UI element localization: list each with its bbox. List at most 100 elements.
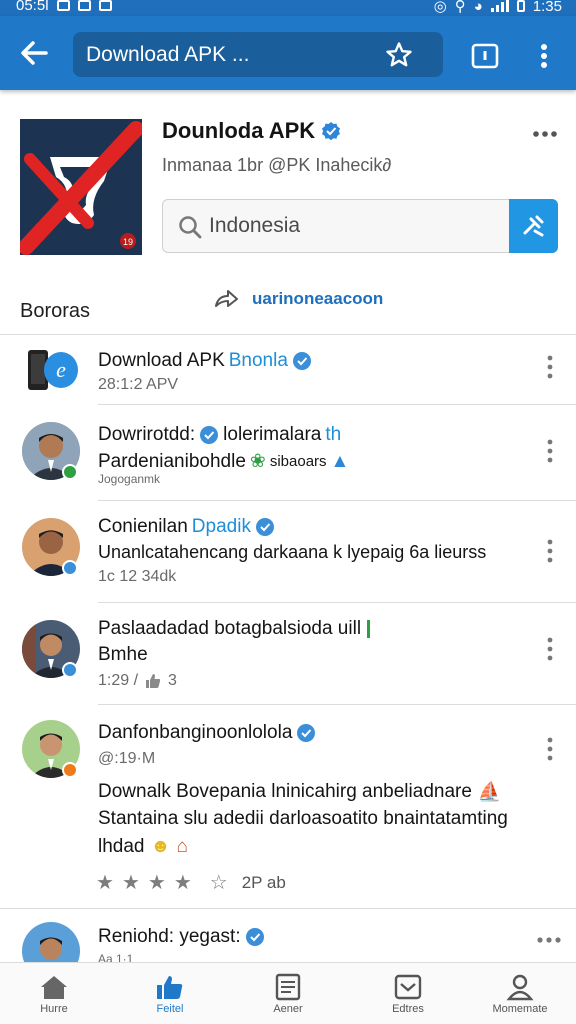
kebab-menu-icon[interactable] bbox=[542, 538, 558, 564]
verified-badge bbox=[62, 662, 78, 678]
rating-text: 2P ab bbox=[241, 872, 286, 892]
horizontal-dots-icon[interactable] bbox=[536, 934, 562, 946]
overflow-menu-button[interactable] bbox=[532, 40, 556, 72]
item-title-text: Reniohd: yegast: bbox=[98, 926, 241, 947]
kebab-menu-icon[interactable] bbox=[542, 636, 558, 662]
tab-switcher-icon bbox=[471, 43, 499, 69]
back-button[interactable] bbox=[18, 38, 52, 68]
kebab-menu-icon bbox=[541, 44, 547, 68]
star-filled-icon[interactable]: ★ bbox=[122, 870, 140, 895]
sailboat-icon: ⛵ bbox=[477, 782, 502, 803]
divider bbox=[98, 704, 576, 705]
location-icon: ⚲ bbox=[454, 0, 466, 15]
like-count: 3 bbox=[168, 672, 177, 689]
item-meta: 1:29 / 3 bbox=[98, 672, 177, 690]
app-more-button[interactable] bbox=[532, 124, 558, 144]
item-title: Dowrirotdd: lolerimalara th bbox=[98, 424, 341, 446]
avatar bbox=[22, 922, 80, 962]
list-item[interactable]: Reniohd: yegast: Aa 1·1 bbox=[0, 910, 576, 962]
item-title: Danfonbanginoonlolola bbox=[98, 722, 316, 744]
item-meta: Jogoganmk bbox=[98, 472, 161, 486]
item-title-text: Paslaadadad botagbalsioda uill bbox=[98, 618, 362, 639]
app-title-text: Dounloda APK bbox=[162, 118, 316, 143]
list-item[interactable]: Paslaadadad botagbalsioda uill Bmhe 1:29… bbox=[0, 604, 576, 704]
nav-document[interactable]: Aener bbox=[238, 967, 338, 1023]
app-phone-icon: e bbox=[28, 350, 78, 390]
search-bar bbox=[162, 199, 558, 253]
item-meta: 1c 12 34dk bbox=[98, 568, 177, 585]
item-meta: @:19·M bbox=[98, 750, 156, 767]
nav-document-label: Aener bbox=[273, 1003, 303, 1015]
item-title: Conienilan Dpadik bbox=[98, 516, 275, 538]
smiley-icon: ☻ bbox=[150, 836, 171, 857]
address-bar[interactable]: Download APK ... bbox=[73, 32, 443, 77]
item-title-accent: th bbox=[325, 424, 342, 445]
item-title-text: Download APK bbox=[98, 350, 225, 371]
nav-feed[interactable]: Feitel bbox=[120, 967, 220, 1023]
verified-icon bbox=[200, 426, 219, 444]
signal-icon bbox=[490, 0, 509, 12]
item-title-text: Conienilan bbox=[98, 516, 188, 537]
divider bbox=[0, 908, 576, 909]
list-item[interactable]: e Download APK Bnonla 28:1:2 APV bbox=[0, 336, 576, 404]
search-submit-button[interactable] bbox=[509, 199, 558, 253]
verified-icon bbox=[292, 352, 311, 370]
item-body-text: Downalk Bovepania lninicahirg anbeliadna… bbox=[98, 781, 472, 802]
green-bar-icon bbox=[367, 620, 371, 638]
star-filled-icon[interactable]: ★ bbox=[174, 870, 192, 895]
online-badge bbox=[62, 464, 78, 480]
app-title: Dounloda APK bbox=[162, 118, 341, 144]
tools-icon bbox=[523, 215, 544, 237]
thumbs-up-icon[interactable] bbox=[144, 672, 162, 690]
star-filled-icon[interactable]: ★ bbox=[96, 870, 114, 895]
search-input[interactable] bbox=[209, 208, 499, 244]
kebab-menu-icon[interactable] bbox=[542, 736, 558, 762]
list-item[interactable]: Conienilan Dpadik Unanlcatahencang darka… bbox=[0, 502, 576, 602]
list-item[interactable]: Danfonbanginoonlolola @:19·M Downalk Bov… bbox=[0, 706, 576, 908]
svg-text:e: e bbox=[56, 357, 66, 382]
bookmark-button[interactable] bbox=[385, 41, 413, 69]
list-item[interactable]: Dowrirotdd: lolerimalara th Pardenianibo… bbox=[0, 406, 576, 500]
nav-profile-label: Momemate bbox=[492, 1003, 548, 1015]
nav-feed-label: Feitel bbox=[156, 1003, 184, 1015]
kebab-menu-icon[interactable] bbox=[542, 438, 558, 464]
item-title-accent: Dpadik bbox=[191, 516, 251, 537]
person-icon bbox=[506, 974, 534, 1001]
item-title: Download APK Bnonla bbox=[98, 350, 312, 372]
horizontal-dots-icon bbox=[533, 131, 557, 137]
status-time-left: 05:5l bbox=[16, 0, 49, 14]
nav-home[interactable]: Hurre bbox=[4, 967, 104, 1023]
app-logo-icon: 19 bbox=[20, 119, 142, 255]
rating-row: ★ ★ ★ ★ ☆ 2P ab bbox=[96, 870, 286, 895]
alarm-icon: ◎ bbox=[433, 0, 447, 15]
browser-toolbar: Download APK ... bbox=[0, 16, 576, 90]
notification-icon bbox=[56, 0, 70, 11]
verified-icon bbox=[322, 122, 341, 141]
wifi-icon: ◕ bbox=[473, 0, 483, 15]
item-title-text: Danfonbanginoonlolola bbox=[98, 722, 293, 743]
star-outline-icon[interactable]: ☆ bbox=[210, 870, 228, 895]
verified-icon bbox=[297, 724, 316, 742]
app-icon-badge: 19 bbox=[123, 237, 133, 247]
star-filled-icon[interactable]: ★ bbox=[148, 870, 166, 895]
verified-icon bbox=[255, 518, 274, 536]
battery-icon bbox=[516, 0, 525, 12]
nav-inbox[interactable]: Edtres bbox=[358, 967, 458, 1023]
divider bbox=[98, 404, 576, 405]
bird-icon: ▲ bbox=[330, 450, 350, 472]
nav-profile[interactable]: Momemate bbox=[470, 967, 570, 1023]
star-icon bbox=[386, 42, 412, 67]
app-icon[interactable]: 19 bbox=[20, 119, 142, 255]
nav-inbox-label: Edtres bbox=[392, 1003, 424, 1015]
status-bar: 05:5l ◎ ⚲ ◕ 1:35 bbox=[0, 0, 576, 16]
item-body-text: lhdad bbox=[98, 836, 145, 857]
item-meta: Aa 1·1 bbox=[98, 952, 134, 962]
tab-switcher-button[interactable] bbox=[470, 42, 500, 70]
clover-icon: ❀ bbox=[249, 451, 266, 472]
promo-link[interactable]: uarinoneaacoon bbox=[212, 288, 383, 310]
item-subtitle-text: Pardenianibohdle bbox=[98, 450, 246, 472]
search-icon bbox=[179, 216, 202, 239]
kebab-menu-icon[interactable] bbox=[542, 354, 558, 380]
divider bbox=[98, 602, 576, 603]
verified-icon bbox=[245, 928, 264, 946]
